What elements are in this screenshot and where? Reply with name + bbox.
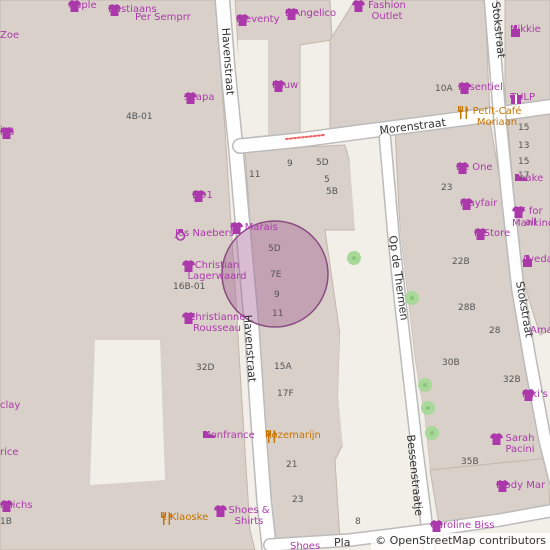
shop-poi[interactable]: K Store xyxy=(474,228,510,240)
restaurant-poi[interactable]: 't Klaoske xyxy=(160,512,208,525)
house-number: 22B xyxy=(452,257,470,267)
house-number: 35B xyxy=(461,457,479,467)
restaurant-poi[interactable]: Rozemarijn xyxy=(265,430,321,443)
shop-poi[interactable]: Caroline Biss xyxy=(430,520,494,532)
havenstraat-plaza xyxy=(238,40,268,138)
shop-poi[interactable]: Mody Mar xyxy=(496,480,545,492)
shop-poi[interactable]: Fashion Outlet xyxy=(352,0,422,22)
shop-poi[interactable]: Kiki's xyxy=(522,389,548,401)
house-number: 4B-01 xyxy=(126,112,153,122)
house-number: 21 xyxy=(286,460,298,470)
shop-poi[interactable]: Scapa xyxy=(184,92,214,104)
house-number: 7E xyxy=(270,270,282,280)
house-number: 17 xyxy=(518,171,530,181)
house-number: 17F xyxy=(277,389,294,399)
house-number: 30B xyxy=(442,358,460,368)
shop-poi[interactable]: clay xyxy=(0,400,20,411)
shop-poi[interactable]: Eleventy xyxy=(236,14,280,26)
house-number: 11 xyxy=(272,309,284,319)
shop-poi[interactable]: Mayfair xyxy=(460,198,497,210)
shop-poi[interactable]: Shoes & Shirts xyxy=(214,505,284,527)
shop-poi[interactable]: Essentiel xyxy=(458,82,503,94)
shop-name: clay xyxy=(0,400,21,411)
attribution[interactable]: © OpenStreetMap contributors xyxy=(371,533,550,550)
house-number: 8 xyxy=(355,517,361,527)
shop-poi[interactable]: Christianne Rousseau xyxy=(182,312,252,334)
house-number: 15 xyxy=(518,157,530,167)
shop-poi[interactable]: Jos Naebers xyxy=(175,228,234,241)
shop-poi[interactable]: rice xyxy=(0,447,19,458)
house-number: 9 xyxy=(274,290,280,300)
shop-poi[interactable]: BO1 xyxy=(192,190,213,202)
house-number: 28B xyxy=(458,303,476,313)
shop-poi[interactable]: Le Marais xyxy=(230,222,278,234)
shop-poi[interactable]: Per Semprr xyxy=(135,12,191,23)
house-number: 23 xyxy=(441,183,453,193)
shop-poi[interactable]: Zoe xyxy=(0,30,19,41)
shop-poi[interactable]: Be One xyxy=(456,162,493,174)
house-number: 28 xyxy=(489,326,501,336)
shop-poi[interactable]: Mankind xyxy=(512,218,550,229)
house-number: 15A xyxy=(274,362,292,372)
shop-poi[interactable]: Cuple xyxy=(68,0,97,12)
shop-name: Zoe xyxy=(0,30,20,41)
shop-name: Per Semprr xyxy=(135,12,191,23)
shop-poi[interactable]: Ama xyxy=(530,325,550,336)
house-number: 32D xyxy=(196,363,215,373)
house-number: 5 xyxy=(324,175,330,185)
shop-poi[interactable]: nnichs xyxy=(0,500,33,512)
house-number: 5B xyxy=(326,187,338,197)
house-number: 23 xyxy=(292,495,304,505)
house-number: 16B-01 xyxy=(173,282,206,292)
house-number: 5D xyxy=(268,244,281,254)
shop-poi[interactable]: Pauw xyxy=(272,80,298,92)
shop-poi[interactable]: Christian Lagerwaard xyxy=(182,260,252,282)
house-number: 11 xyxy=(249,170,261,180)
shop-poi[interactable]: Monfrance xyxy=(202,430,255,441)
copyright-symbol: © xyxy=(375,534,387,547)
house-number: 10A xyxy=(435,84,453,94)
shop-poi[interactable]: Sarah Pacini xyxy=(490,433,550,455)
shop-poi[interactable]: Aveda xyxy=(522,254,550,267)
shop-name: Ama xyxy=(530,325,550,336)
courtyard xyxy=(90,340,165,485)
shop-poi[interactable]: TULP xyxy=(510,92,535,104)
attribution-text: OpenStreetMap contributors xyxy=(389,534,546,547)
house-number: 13 xyxy=(518,141,530,151)
street-plein: Pla xyxy=(334,536,350,549)
shop-poi[interactable]: L'Angelico xyxy=(285,8,336,20)
house-number: 9 xyxy=(287,159,293,169)
shop-poi[interactable]: Nikkie xyxy=(510,24,541,37)
shop-name: rice xyxy=(0,447,19,458)
house-number: 32B xyxy=(503,375,521,385)
house-number: 5D xyxy=(316,158,329,168)
map-canvas[interactable]: Havenstraat Havenstraat Morenstraat Op d… xyxy=(0,0,550,550)
shop-poi[interactable]: ica xyxy=(0,127,14,139)
shop-name: Shoes xyxy=(290,541,321,550)
shop-name: Mankind xyxy=(512,218,550,229)
house-number: 1B xyxy=(0,517,12,527)
shop-poi[interactable]: Shoes xyxy=(290,541,320,550)
house-number: 15 xyxy=(518,123,530,133)
